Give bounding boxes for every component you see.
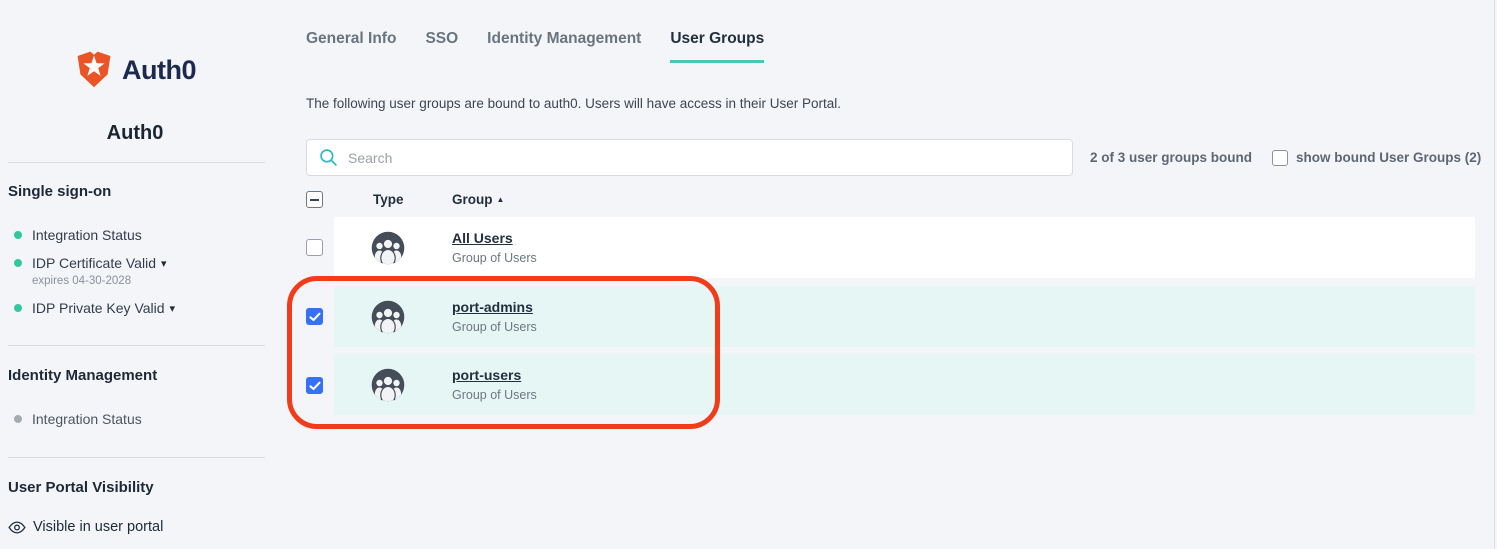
- group-avatar-icon: [371, 368, 405, 402]
- indeterminate-mark-icon: [310, 199, 319, 201]
- idm-integration-status: Integration Status: [32, 411, 142, 427]
- status-dot-icon: [14, 231, 22, 239]
- app-logo-text: Auth0: [122, 55, 196, 86]
- page-description: The following user groups are bound to a…: [306, 96, 841, 111]
- sidebar: Auth0 Auth0 Single sign-on Integration S…: [0, 0, 270, 549]
- group-link[interactable]: All Users: [452, 230, 537, 246]
- chevron-down-icon: ▾: [170, 303, 176, 315]
- auth0-shield-icon: [74, 48, 114, 92]
- show-bound-checkbox[interactable]: [1272, 150, 1288, 166]
- row-checkbox-all-users[interactable]: [306, 239, 323, 256]
- group-avatar-icon: [371, 231, 405, 265]
- show-bound-label[interactable]: show bound User Groups (2): [1296, 150, 1481, 165]
- visibility-status-label: Visible in user portal: [33, 519, 163, 535]
- tab-general-info[interactable]: General Info: [306, 30, 396, 63]
- idp-private-key-valid[interactable]: IDP Private Key Valid▾: [32, 300, 175, 316]
- certificate-expiry: expires 04-30-2028: [32, 275, 131, 287]
- column-header-type[interactable]: Type: [373, 192, 404, 207]
- status-dot-icon: [14, 415, 22, 423]
- row-checkbox-port-users[interactable]: [306, 377, 323, 394]
- integration-title: Auth0: [0, 122, 270, 145]
- table-row[interactable]: port-admins Group of Users: [334, 286, 1475, 347]
- divider: [8, 345, 265, 346]
- bound-summary: 2 of 3 user groups bound: [1090, 150, 1252, 165]
- group-type: Group of Users: [452, 320, 537, 334]
- select-all-checkbox[interactable]: [306, 191, 323, 208]
- search-input[interactable]: [348, 150, 1060, 166]
- tab-sso[interactable]: SSO: [425, 30, 458, 63]
- table-row[interactable]: port-users Group of Users: [334, 354, 1475, 415]
- section-user-portal-visibility: User Portal Visibility: [8, 479, 154, 496]
- tab-bar: General Info SSO Identity Management Use…: [306, 30, 764, 63]
- tab-identity-management[interactable]: Identity Management: [487, 30, 641, 63]
- idp-certificate-valid[interactable]: IDP Certificate Valid▾: [32, 255, 167, 271]
- scrollbar[interactable]: [1494, 0, 1495, 549]
- status-dot-icon: [14, 259, 22, 267]
- group-link[interactable]: port-users: [452, 367, 537, 383]
- column-header-group[interactable]: Group▲: [452, 192, 504, 207]
- visibility-status: Visible in user portal: [8, 519, 163, 535]
- group-type: Group of Users: [452, 251, 537, 265]
- group-avatar-icon: [371, 300, 405, 334]
- status-dot-icon: [14, 304, 22, 312]
- divider: [8, 162, 265, 163]
- sort-asc-icon: ▲: [497, 195, 505, 204]
- sso-integration-status: Integration Status: [32, 227, 142, 243]
- tab-user-groups[interactable]: User Groups: [670, 30, 764, 63]
- search-icon: [319, 148, 338, 167]
- chevron-down-icon: ▾: [161, 258, 167, 270]
- group-type: Group of Users: [452, 388, 537, 402]
- table-row[interactable]: All Users Group of Users: [334, 217, 1475, 278]
- app-logo: Auth0: [0, 48, 270, 92]
- search-bar: [306, 139, 1073, 176]
- section-single-sign-on: Single sign-on: [8, 183, 111, 200]
- section-identity-management: Identity Management: [8, 367, 157, 384]
- eye-icon: [8, 521, 26, 534]
- group-link[interactable]: port-admins: [452, 299, 537, 315]
- divider: [8, 457, 265, 458]
- row-checkbox-port-admins[interactable]: [306, 308, 323, 325]
- bound-meta: 2 of 3 user groups bound show bound User…: [1090, 139, 1481, 176]
